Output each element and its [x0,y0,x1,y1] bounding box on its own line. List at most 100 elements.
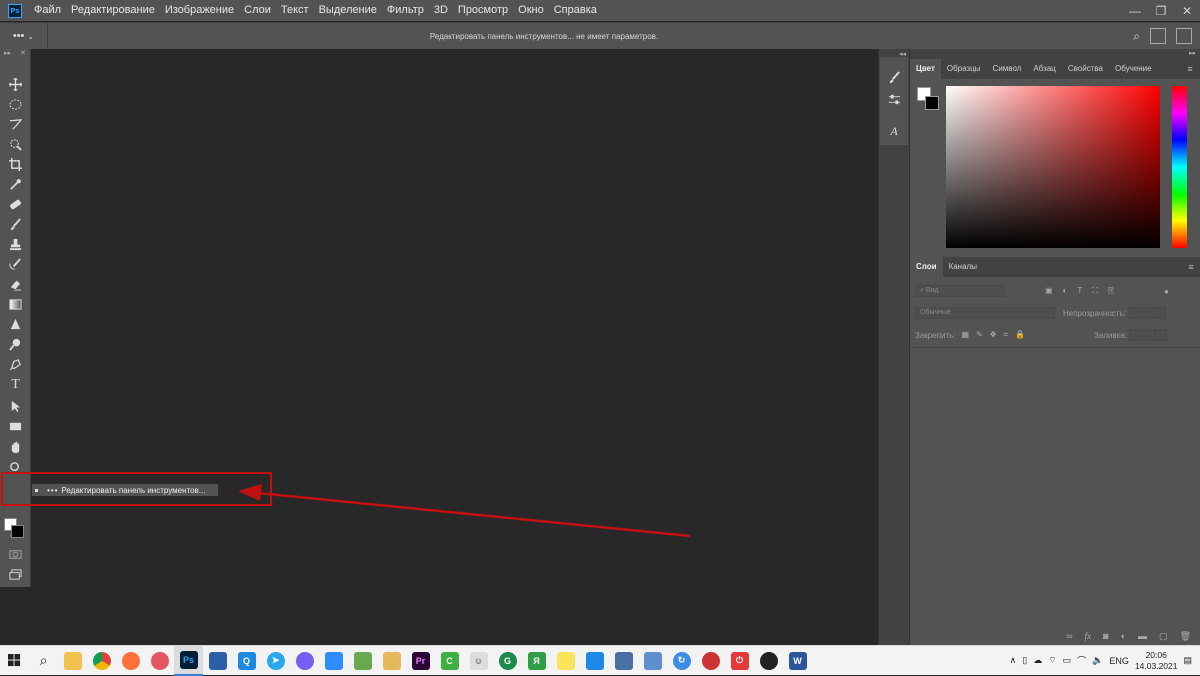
menu-select[interactable]: Выделение [314,0,382,21]
menu-layers[interactable]: Слои [239,0,276,21]
premiere-icon[interactable]: Pr [406,646,435,676]
menu-3d[interactable]: 3D [429,0,453,21]
hand-tool-icon[interactable] [6,438,25,456]
menu-type[interactable]: Текст [276,0,314,21]
telegram-icon[interactable]: ➤ [261,646,290,676]
blend-mode-select[interactable]: Обычные [915,307,1055,319]
tray-phone-icon[interactable]: ▯ [1022,655,1027,666]
color-field[interactable] [946,86,1160,248]
adjustment-layer-icon[interactable]: ◐ [1121,631,1126,641]
firefox-icon[interactable] [116,646,145,676]
brush-tool-icon[interactable] [6,215,25,233]
document-canvas[interactable] [32,49,877,645]
quick-selection-icon[interactable] [6,135,25,153]
messenger-icon[interactable]: ☺ [464,646,493,676]
viber-icon[interactable] [290,646,319,676]
sticky-notes-icon[interactable] [551,646,580,676]
layer-filter-icons[interactable]: ▣◐T⛶⎘ [1045,286,1124,296]
image-app-icon[interactable] [348,646,377,676]
trash-icon[interactable]: 🗑 [1180,631,1191,642]
zoom-icon[interactable] [319,646,348,676]
tab-color[interactable]: Цвет [910,59,941,79]
opacity-field[interactable] [1127,307,1154,319]
new-layer-icon[interactable]: ▢ [1159,631,1168,642]
menu-image[interactable]: Изображение [160,0,239,21]
g-app-icon[interactable]: G [493,646,522,676]
link-icon[interactable]: ∞ [1066,631,1072,641]
workspace-icon[interactable] [1150,28,1166,44]
mask-icon[interactable]: ◙ [1103,631,1108,641]
close-icon[interactable]: ✕ [20,49,26,60]
filter-toggle-icon[interactable]: ● [1164,287,1169,296]
panel-menu-icon[interactable]: ≡ [1181,257,1200,277]
layer-filter-select[interactable]: ⌕ Вид [915,285,1005,297]
pen-tool-icon[interactable] [6,355,25,373]
battery-icon[interactable]: ▭ [1063,655,1072,666]
start-button[interactable] [0,646,29,676]
eyedropper-icon[interactable] [6,175,25,193]
marquee-tool-icon[interactable] [6,95,25,113]
type-tool-icon[interactable]: T [6,376,25,394]
language-indicator[interactable]: ENG [1109,656,1129,666]
share-icon[interactable] [1176,28,1192,44]
obs-icon[interactable] [754,646,783,676]
path-selection-icon[interactable] [6,397,25,415]
healing-brush-icon[interactable] [6,195,25,213]
quick-mask-icon[interactable] [6,545,25,563]
character-panel-icon[interactable]: A [880,121,908,141]
chevron-up-icon[interactable]: ∧ [1010,655,1017,666]
menu-view[interactable]: Просмотр [453,0,513,21]
fx-icon[interactable]: fx [1085,631,1092,641]
tab-swatches[interactable]: Образцы [941,59,987,79]
collapse-icon[interactable]: ▸▸ [4,49,11,60]
panel-collapse-bar[interactable]: ▸▸ [910,49,1200,59]
volume-icon[interactable]: 🔈 [1092,655,1103,666]
q-app-icon[interactable]: Q [232,646,261,676]
fill-dropdown[interactable] [1155,329,1167,341]
word-icon[interactable]: W [783,646,812,676]
opacity-dropdown[interactable] [1153,307,1166,319]
browser2-icon[interactable] [696,646,725,676]
hue-slider[interactable] [1172,86,1187,248]
brush-settings-icon[interactable] [880,67,908,87]
network-icon[interactable]: ⌒ [1077,654,1086,667]
dodge-tool-icon[interactable] [6,335,25,353]
blur-tool-icon[interactable] [6,315,25,333]
panel-menu-icon[interactable]: ≡ [1180,59,1200,79]
background-color-swatch[interactable] [925,96,939,110]
collapse-icon[interactable]: ▸▸ [1189,49,1196,59]
clock[interactable]: 20:06 14.03.2021 [1135,650,1178,672]
remote-desktop-icon[interactable] [638,646,667,676]
close-button[interactable]: ✕ [1174,4,1200,18]
tab-paragraph[interactable]: Абзац [1027,59,1061,79]
crop-tool-icon[interactable] [6,155,25,173]
adjustments-icon[interactable] [880,89,908,109]
file-explorer-icon[interactable] [58,646,87,676]
screen-mode-icon[interactable] [6,565,25,583]
tray-wifi-icon[interactable]: ⌔ [1048,655,1056,666]
notifications-icon[interactable]: ▤ [1183,655,1192,666]
tab-learn[interactable]: Обучение [1109,59,1158,79]
yandex-icon[interactable]: Я [522,646,551,676]
tab-properties[interactable]: Свойства [1062,59,1109,79]
tab-character[interactable]: Символ [987,59,1028,79]
minimize-button[interactable]: — [1122,4,1148,18]
background-color-swatch[interactable] [11,525,24,538]
tray-cloud-icon[interactable]: ☁ [1033,655,1042,666]
virtualbox-icon[interactable] [203,646,232,676]
power-app-icon[interactable]: ⏻ [725,646,754,676]
store-icon[interactable] [580,646,609,676]
menu-window[interactable]: Окно [513,0,549,21]
menu-file[interactable]: Файл [29,0,66,21]
search-icon[interactable]: ⌕ [29,646,58,676]
eraser-icon[interactable] [6,275,25,293]
sync-icon[interactable]: ↻ [667,646,696,676]
menu-filter[interactable]: Фильтр [382,0,429,21]
search-icon[interactable]: ⌕ [1133,29,1140,44]
rectangle-tool-icon[interactable] [6,417,25,435]
tab-layers[interactable]: Слои [910,257,943,277]
menu-edit[interactable]: Редактирование [66,0,160,21]
calculator-icon[interactable] [609,646,638,676]
camtasia-icon[interactable]: C [435,646,464,676]
paint-icon[interactable] [377,646,406,676]
